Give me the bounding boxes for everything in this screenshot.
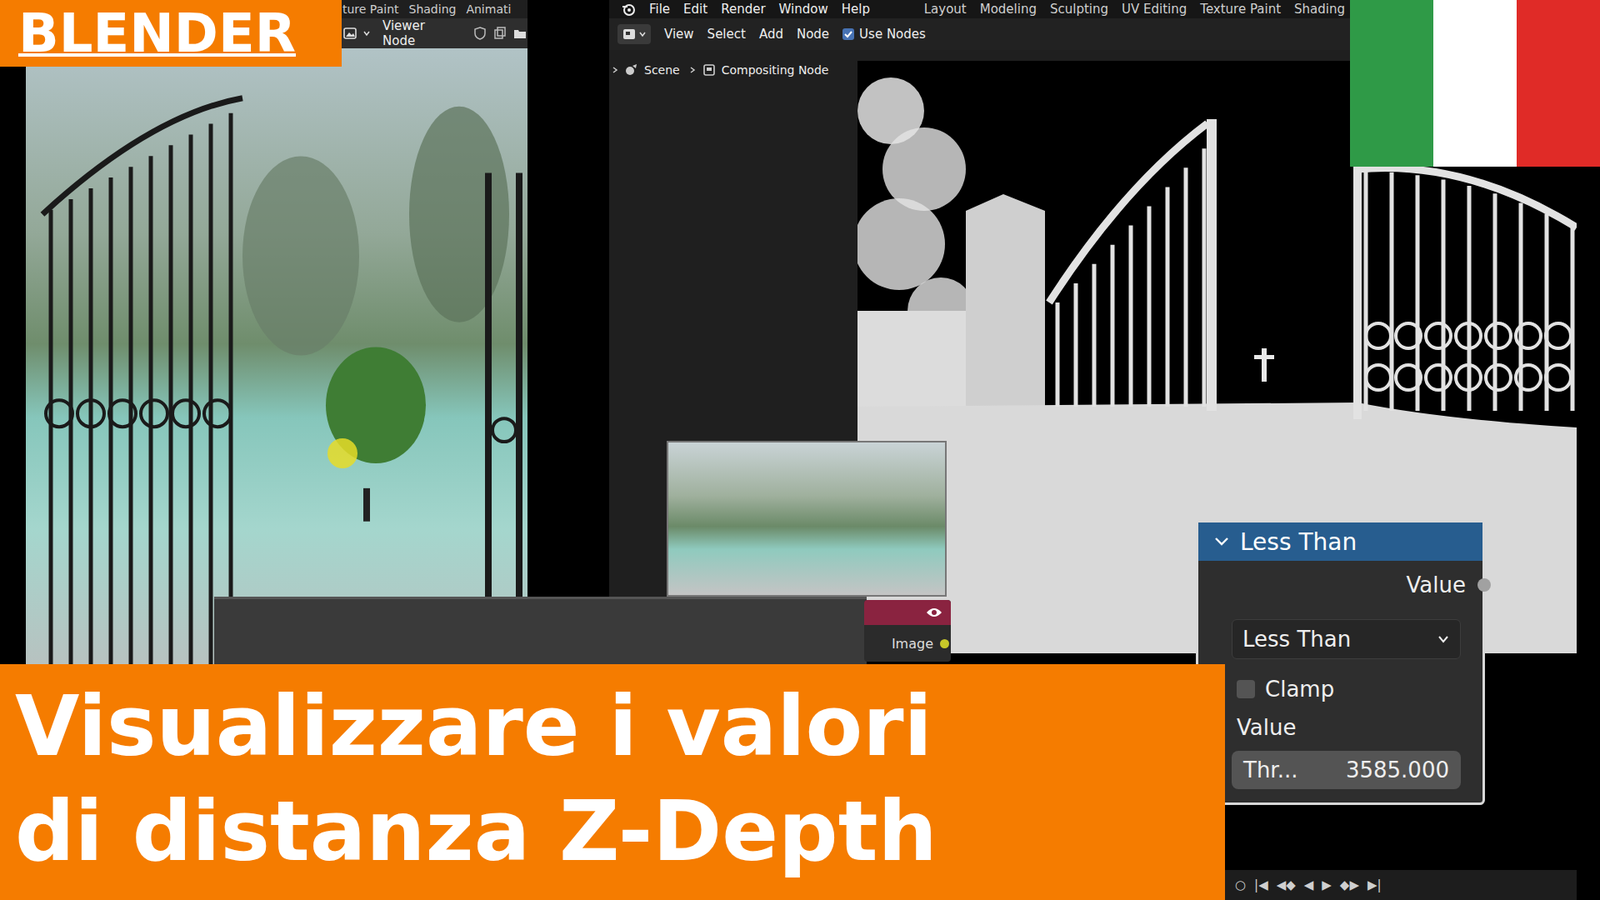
- workspace-tab[interactable]: Shading: [409, 2, 457, 16]
- cursor-highlight: [327, 438, 358, 469]
- composite-preview: [666, 440, 947, 597]
- threshold-field[interactable]: Thr... 3585.000: [1231, 750, 1461, 790]
- title-line: di distanza Z-Depth: [15, 779, 1225, 885]
- viewer-node[interactable]: Image: [864, 600, 951, 662]
- header-menu-item[interactable]: Node: [796, 26, 830, 42]
- header-menu-item[interactable]: Select: [707, 26, 746, 42]
- clamp-label: Clamp: [1265, 676, 1335, 702]
- use-nodes-checkbox[interactable]: [842, 28, 855, 40]
- blender-logo-icon[interactable]: [620, 1, 636, 17]
- viewer-node-label[interactable]: Viewer Node: [382, 18, 461, 49]
- dropdown-icon[interactable]: [362, 29, 371, 38]
- title-line: Visualizzare i valori: [15, 674, 1225, 780]
- title-banner: Visualizzare i valoridi distanza Z-Depth: [0, 664, 1225, 900]
- menu-item[interactable]: Help: [841, 1, 870, 17]
- folder-icon[interactable]: [512, 25, 528, 41]
- blender-badge: BLENDER: [0, 0, 342, 67]
- workspace-tab[interactable]: Layout: [924, 1, 967, 17]
- use-nodes-label: Use Nodes: [859, 26, 926, 42]
- badge-text: BLENDER: [18, 1, 296, 65]
- image-editor-icon[interactable]: [342, 25, 358, 41]
- workspace-tab[interactable]: Shading: [1294, 1, 1345, 17]
- threshold-label: Thr...: [1243, 757, 1298, 783]
- left-blender-window: ture Paint Shading Animati Viewer Node: [25, 0, 528, 665]
- editor-type-button[interactable]: [617, 24, 651, 45]
- collapse-chevron-icon[interactable]: [1213, 533, 1230, 550]
- workspace-tab[interactable]: Sculpting: [1050, 1, 1109, 17]
- dropdown-icon: [1436, 632, 1450, 646]
- less-than-node[interactable]: Less Than Value Less Than Clamp Value Thr... 3…: [1195, 520, 1485, 805]
- scene-icon: [624, 62, 640, 78]
- playback-button[interactable]: |◀: [1254, 877, 1269, 893]
- header-menu-item[interactable]: Add: [759, 26, 784, 42]
- eye-icon[interactable]: [925, 606, 943, 619]
- playback-button[interactable]: ▶|: [1367, 877, 1382, 893]
- output-row: Value: [1198, 560, 1491, 610]
- node-editor-icon: [621, 26, 637, 42]
- workspace-tab[interactable]: Texture Paint: [1200, 1, 1281, 17]
- menu-item[interactable]: Window: [779, 1, 829, 17]
- menu-item[interactable]: Edit: [683, 1, 708, 17]
- workspace-tabs: Layout Modeling Sculpting UV Editing Texture…: [924, 1, 1345, 17]
- menu-item[interactable]: Render: [720, 1, 765, 17]
- viewer-node-body: Image: [864, 625, 951, 662]
- node-body: Value Less Than Clamp Value Thr... 3585.000: [1198, 560, 1483, 803]
- threshold-value: 3585.000: [1345, 757, 1450, 783]
- shield-icon[interactable]: [472, 25, 488, 41]
- node-editor-area: [214, 596, 867, 667]
- image-socket[interactable]: [940, 639, 950, 649]
- gate-render: [25, 48, 528, 665]
- italian-flag-icon: [1350, 0, 1600, 167]
- playback-button[interactable]: ▶: [1321, 877, 1332, 893]
- inputs-label: Value: [1198, 709, 1483, 746]
- workspace-tab[interactable]: Animati: [465, 2, 511, 16]
- node-title: Less Than: [1240, 528, 1357, 556]
- workspace-tab[interactable]: Modeling: [980, 1, 1037, 17]
- operation-value: Less Than: [1242, 626, 1351, 652]
- chevron-right-icon: [688, 65, 697, 75]
- output-socket[interactable]: [1477, 578, 1491, 592]
- clamp-row[interactable]: Clamp: [1198, 669, 1483, 710]
- operation-dropdown[interactable]: Less Than: [1231, 619, 1461, 660]
- main-menu: File Edit Render Window Help: [649, 1, 870, 17]
- playback-button[interactable]: ◀: [1304, 877, 1315, 893]
- image-socket-label: Image: [891, 635, 934, 652]
- breadcrumb-item[interactable]: Compositing Node: [721, 63, 830, 77]
- use-nodes-toggle[interactable]: Use Nodes: [842, 26, 926, 42]
- clamp-checkbox[interactable]: [1236, 680, 1255, 699]
- breadcrumb-item[interactable]: Scene: [644, 63, 680, 77]
- output-label: Value: [1406, 572, 1466, 598]
- node-header[interactable]: Less Than: [1198, 522, 1483, 561]
- thumbnail: ture Paint Shading Animati Viewer Node File E…: [0, 0, 1600, 900]
- playback-button[interactable]: ◆▶: [1340, 877, 1360, 893]
- node-editor-header: View Select Add Node Use Nodes: [609, 18, 1350, 50]
- node-tree-icon: [701, 62, 717, 78]
- playback-button[interactable]: ◀◆: [1276, 877, 1296, 893]
- playback-button[interactable]: ○: [1235, 877, 1246, 893]
- workspace-tab[interactable]: ture Paint: [342, 2, 400, 16]
- render-view: [25, 48, 528, 665]
- top-menubar: File Edit Render Window Help Layout Modeling Sc…: [609, 0, 1350, 19]
- dropdown-icon: [638, 30, 647, 39]
- playback-controls: ○ |◀ ◀◆ ◀ ▶ ◆▶ ▶|: [1225, 870, 1577, 900]
- chevron-right-icon: [610, 65, 620, 75]
- header-menu-item[interactable]: View: [664, 26, 695, 42]
- menu-item[interactable]: File: [649, 1, 670, 17]
- check-icon: [843, 29, 854, 40]
- workspace-tab[interactable]: UV Editing: [1121, 1, 1187, 17]
- viewer-node-header[interactable]: [864, 600, 951, 625]
- copy-icon[interactable]: [492, 25, 508, 41]
